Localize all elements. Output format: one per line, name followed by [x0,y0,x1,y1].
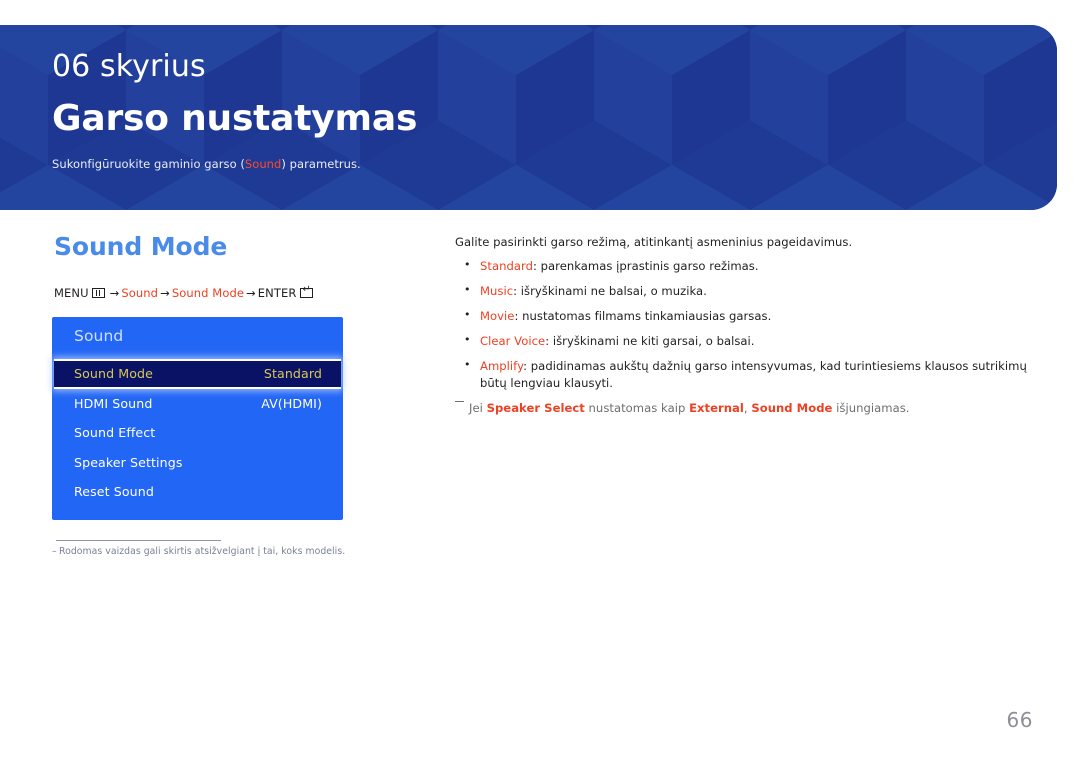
list-item: Standard: parenkamas įprastinis garso re… [455,257,1045,274]
subtitle-text-before: Sukonfigūruokite gaminio garso ( [52,157,245,171]
osd-menu-title: Sound [74,327,124,345]
note-term-external: External [689,401,744,416]
osd-row-value: Standard [263,366,322,382]
chapter-banner: 06 skyrius Garso nustatymas Sukonfigūruo… [0,25,1057,210]
osd-row-label: HDMI Sound [74,395,153,411]
breadcrumb-menu-label: MENU [54,286,89,300]
osd-row-sound-effect[interactable]: Sound Effect [52,418,343,448]
chapter-title: Garso nustatymas [52,98,418,139]
list-item: Movie: nustatomas filmams tinkamiausias … [455,307,1045,324]
note-term-speaker-select: Speaker Select [486,401,585,416]
osd-row-hdmi-sound[interactable]: HDMI Sound AV(HDMI) [52,389,343,419]
osd-menu-list: Sound Mode Standard HDMI Sound AV(HDMI) … [52,359,343,507]
description-column: Galite pasirinkti garso režimą, atitinka… [455,234,1045,417]
page-title: Sound Mode [54,232,228,261]
description-intro: Galite pasirinkti garso režimą, atitinka… [455,235,853,249]
option-term: Standard [480,259,533,274]
chapter-subtitle: Sukonfigūruokite gaminio garso (Sound) p… [52,157,361,171]
note-term-sound-mode: Sound Mode [751,401,833,416]
breadcrumb-enter-label: ENTER [257,286,297,300]
osd-menu-panel: Sound Sound Mode Standard HDMI Sound AV(… [52,317,343,520]
note-part-2: nustatomas kaip [584,401,690,416]
subtitle-text-after: ) parametrus. [281,157,361,171]
breadcrumb-item-sound-mode[interactable]: Sound Mode [172,286,244,300]
option-term: Clear Voice [480,334,546,349]
right-footnote: Jei Speaker Select nustatomas kaip Exter… [455,400,1045,416]
subtitle-highlight: Sound [244,157,282,171]
breadcrumb-arrow-1: → [109,286,120,300]
menu-bars-icon [91,288,105,298]
footnote-dash: – [52,546,57,557]
osd-row-reset-sound[interactable]: Reset Sound [52,477,343,507]
chapter-number: 06 skyrius [52,49,206,84]
option-description: : nustatomas filmams tinkamiausias garsa… [514,309,772,324]
enter-return-icon [300,285,314,298]
sound-mode-options-list: Standard: parenkamas įprastinis garso re… [455,257,1045,391]
option-description: : padidinamas aukštų dažnių garso intens… [480,359,1027,390]
breadcrumb-arrow-2: → [160,286,170,300]
option-term: Music [480,284,514,299]
osd-row-speaker-settings[interactable]: Speaker Settings [52,448,343,478]
note-part-4: išjungiamas. [832,401,910,416]
breadcrumb-arrow-3: → [246,286,256,300]
left-footnote: – Rodomas vaizdas gali skirtis atsižvelgi… [52,546,345,557]
breadcrumb: MENU → Sound → Sound Mode → ENTER [54,285,314,300]
option-description: : išryškinami ne kiti garsai, o balsai. [545,334,755,349]
list-item: Music: išryškinami ne balsai, o muzika. [455,282,1045,299]
osd-row-label: Reset Sound [74,484,154,500]
list-item: Amplify: padidinamas aukštų dažnių garso… [455,357,1045,391]
osd-row-label: Sound Mode [74,366,153,382]
breadcrumb-item-sound[interactable]: Sound [121,286,158,300]
osd-row-value: AV(HDMI) [261,395,322,411]
osd-row-label: Speaker Settings [74,454,183,470]
footnote-text: Rodomas vaizdas gali skirtis atsižvelgia… [59,546,346,557]
option-description: : išryškinami ne balsai, o muzika. [513,284,707,299]
osd-row-label: Sound Effect [74,425,156,441]
footnote-dash-icon [455,401,464,403]
page-number: 66 [1006,708,1033,732]
footnote-divider [56,540,221,541]
option-term: Amplify [480,359,524,374]
option-description: : parenkamas įprastinis garso režimas. [532,259,759,274]
list-item: Clear Voice: išryškinami ne kiti garsai,… [455,332,1045,349]
osd-row-sound-mode[interactable]: Sound Mode Standard [54,359,341,389]
note-part-1: Jei [469,401,487,416]
option-term: Movie [480,309,515,324]
